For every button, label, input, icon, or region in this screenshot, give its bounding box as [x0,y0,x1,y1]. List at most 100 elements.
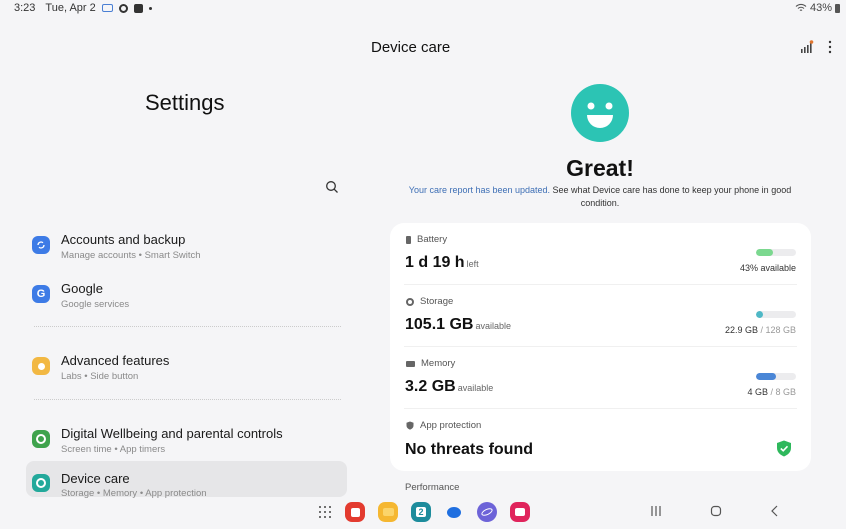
item-subtitle: Google services [61,299,130,310]
memory-row[interactable]: Memory 3.2 GB available 4 GB / 8 GB [390,347,811,409]
wifi-icon [795,3,807,11]
caption-main: 4 GB [747,387,768,397]
settings-item-google[interactable]: G Google Google services [26,275,347,317]
battery-caption: 43% available [740,263,796,273]
clock: 3:23 [14,2,36,14]
app-drawer-icon[interactable] [318,505,332,519]
caption-main: 43% available [739,263,796,273]
item-title: Google [61,281,103,296]
row-label-text: Memory [421,358,456,369]
my-files-app-icon[interactable] [378,502,398,522]
wellbeing-icon [32,430,50,448]
sync-icon [32,236,50,254]
storage-bar-fill [756,311,764,318]
caption-total: / 128 GB [757,325,796,335]
smiley-status-icon [571,84,629,142]
battery-icon [835,3,840,13]
battery-percent: 43% [809,2,832,14]
item-title: Digital Wellbeing and parental controls [61,426,283,441]
item-title: Device care [61,471,130,486]
battery-bar-fill [756,249,774,256]
care-report-text: Your care report has been updated. See w… [400,184,800,210]
value-text: 105.1 GB [405,316,474,333]
recent-apps-icon[interactable] [650,505,662,517]
shield-check-icon [777,440,791,457]
memory-label: Memory [406,358,455,369]
taskbar-dock: 2 [318,502,530,522]
battery-row[interactable]: Battery 1 d 19 h left 43% available [390,223,811,285]
google-icon: G [32,285,50,303]
battery-label: Battery [406,234,447,245]
notes-app-icon[interactable] [345,502,365,522]
care-report-link[interactable]: Your care report has been updated. [409,185,550,195]
search-icon [326,181,338,193]
caption-main: 22.9 GB [724,325,758,335]
value-text: 3.2 GB [405,378,456,395]
memory-icon [406,360,415,367]
device-care-card: Battery 1 d 19 h left 43% available Stora… [390,223,811,471]
value-unit: available [457,383,494,393]
back-icon[interactable] [770,505,780,517]
divider [34,326,341,327]
battery-value: 1 d 19 h left [405,254,479,272]
status-bar-right: 43% [795,2,840,14]
date: Tue, Apr 2 [45,2,96,14]
memory-bar-fill [756,373,776,380]
item-subtitle: Screen time • App timers [61,444,166,455]
battery-bar [756,249,796,256]
caption-total: / 8 GB [767,387,796,397]
memory-caption: 4 GB / 8 GB [747,387,796,397]
more-options-icon[interactable] [828,40,832,54]
calendar-app-icon[interactable]: 2 [411,502,431,522]
item-title: Advanced features [61,353,170,368]
value-unit: left [466,259,479,269]
shield-icon [406,421,414,430]
more-notifications-dot [148,6,152,10]
screen-share-icon [101,4,113,12]
item-subtitle: Labs • Side button [61,371,139,382]
gear-plus-icon [32,357,50,375]
messages-app-icon[interactable] [444,502,464,522]
item-subtitle: Storage • Memory • App protection [61,488,207,499]
divider [34,399,341,400]
internet-app-icon[interactable] [477,502,497,522]
storage-label: Storage [406,296,453,307]
settings-title: Settings [145,90,225,115]
item-title: Accounts and backup [61,232,186,247]
target-icon [118,3,128,13]
settings-item-accounts-backup[interactable]: Accounts and backup Manage accounts • Sm… [26,226,347,268]
performance-section-label: Performance [405,482,460,493]
home-icon[interactable] [710,505,722,517]
app-protection-value: No threats found [405,441,533,458]
device-care-icon [32,474,50,492]
calendar-day: 2 [416,507,426,517]
row-label-text: App protection [420,420,482,431]
gallery-icon [133,3,143,13]
care-report-description: See what Device care has done to keep yo… [550,185,792,208]
settings-item-advanced-features[interactable]: Advanced features Labs • Side button [26,347,347,389]
device-status: Great! [566,155,634,181]
settings-item-digital-wellbeing[interactable]: Digital Wellbeing and parental controls … [26,420,347,462]
battery-icon [406,235,411,244]
app-protection-label: App protection [406,420,481,431]
value-text: 1 d 19 h [405,254,465,271]
navigation-bar [650,505,780,517]
row-label-text: Battery [417,234,448,245]
item-subtitle: Manage accounts • Smart Switch [61,250,201,261]
storage-caption: 22.9 GB / 128 GB [725,325,796,335]
storage-icon [406,297,414,306]
search-button[interactable] [325,180,343,198]
memory-value: 3.2 GB available [405,378,493,396]
settings-item-device-care[interactable]: Device care Storage • Memory • App prote… [26,461,347,499]
page-title-text: Device care [371,39,451,56]
camera-app-icon[interactable] [510,502,530,522]
storage-value: 105.1 GB available [405,316,511,334]
app-protection-row[interactable]: App protection No threats found [390,409,811,471]
storage-bar [756,311,796,318]
top-actions [800,40,832,54]
storage-row[interactable]: Storage 105.1 GB available 22.9 GB / 128 … [390,285,811,347]
diagnostics-icon[interactable] [800,40,814,54]
value-unit: available [475,321,512,331]
status-bar-left: 3:23 Tue, Apr 2 [14,2,152,14]
memory-bar [756,373,796,380]
